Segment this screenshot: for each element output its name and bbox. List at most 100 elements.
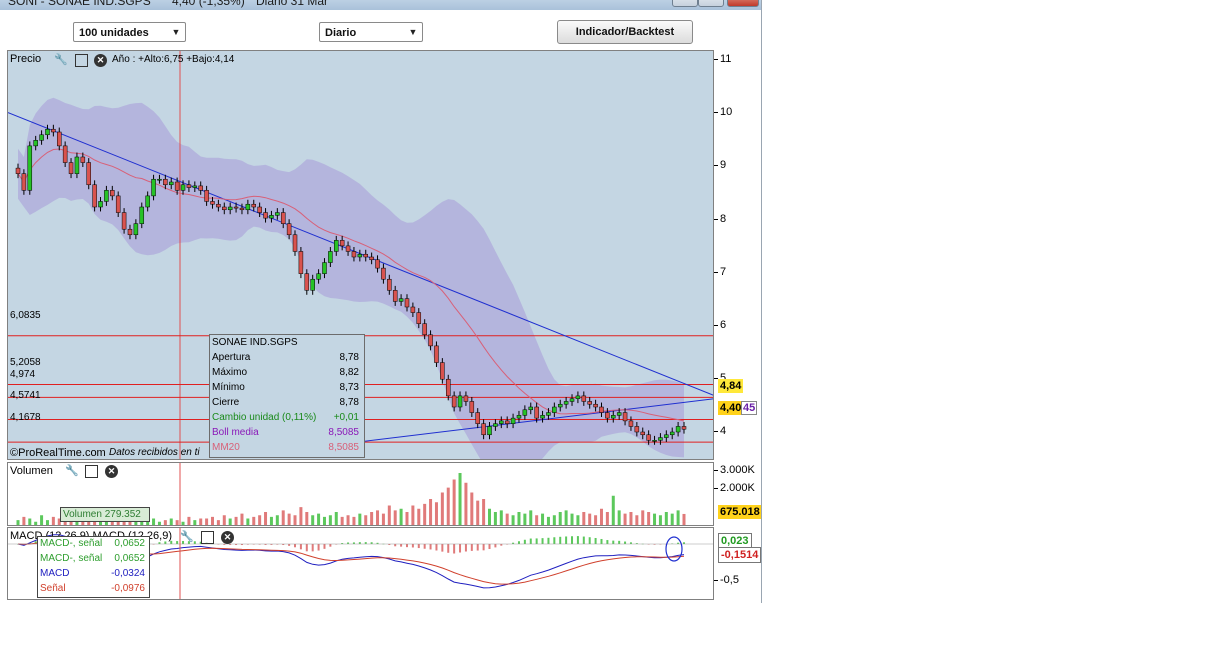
units-select[interactable]: 100 unidades ▼	[73, 22, 186, 42]
wrench-icon[interactable]: 🔧	[180, 531, 194, 544]
infobox-value: 8,78	[339, 352, 359, 363]
volume-bar	[623, 513, 627, 525]
level-label: 5,2058	[10, 357, 41, 368]
window-icon[interactable]	[75, 54, 88, 67]
volume-bar	[370, 512, 374, 525]
macd-histogram-bar	[529, 538, 532, 544]
macd-histogram-bar	[176, 541, 179, 544]
minimize-button[interactable]	[672, 0, 698, 7]
volume-bar	[328, 515, 332, 525]
volume-bar	[152, 518, 156, 525]
candle-body	[375, 259, 380, 269]
candle-body	[204, 190, 209, 202]
title-bar: SONI - SONAE IND.SGPS 4,40 (-1,35%) Diar…	[0, 0, 761, 10]
ohlc-info-box: SONAE IND.SGPS Apertura 8,78 Máximo 8,82 Mín…	[209, 334, 365, 458]
candle-body	[286, 223, 292, 236]
candle-body	[504, 420, 510, 424]
candle-body	[275, 212, 280, 216]
macd-key: Señal	[40, 583, 66, 594]
candle-body	[445, 378, 451, 397]
macd-histogram-bar	[417, 544, 420, 549]
macd-histogram-bar	[683, 542, 685, 544]
volume-bar	[334, 512, 338, 525]
year-range: Año : +Alto:6,75 +Bajo:4,14	[112, 54, 235, 65]
infobox-row: Cierre 8,78	[212, 397, 362, 411]
period-select[interactable]: Diario ▼	[319, 22, 423, 42]
candle-body	[86, 162, 91, 186]
indicator-backtest-button[interactable]: Indicador/Backtest	[557, 20, 693, 44]
volume-bar	[429, 499, 433, 525]
candle-body	[163, 178, 168, 186]
candle-body	[664, 434, 669, 438]
candle-body	[21, 173, 27, 191]
candle-body	[310, 278, 315, 291]
maximize-button[interactable]	[698, 0, 724, 7]
macd-histogram-bar	[364, 542, 367, 544]
window-icon[interactable]	[85, 465, 98, 478]
candle-body	[33, 140, 38, 147]
volume-bar	[376, 510, 380, 525]
macd-histogram-bar	[405, 544, 408, 548]
macd-histogram-bar	[576, 536, 579, 544]
wrench-icon[interactable]: 🔧	[65, 465, 79, 478]
window-icon[interactable]	[201, 531, 214, 544]
candle-body	[622, 412, 628, 422]
candle-body	[133, 223, 139, 236]
macd-histogram-bar	[459, 544, 462, 553]
macd-row: MACD -0,0324	[40, 568, 148, 579]
macd-histogram-bar	[329, 544, 332, 547]
volume-tooltip: Volumen 279.352	[60, 507, 150, 522]
macd-value: 0,0652	[114, 553, 145, 564]
candle-body	[422, 323, 427, 336]
volume-bar	[393, 510, 397, 525]
axis-tick: 10	[713, 106, 733, 118]
candle-body	[198, 185, 203, 191]
infobox-row: Máximo 8,82	[212, 367, 362, 381]
macd-histogram-bar	[594, 537, 597, 544]
axis-tick: 7	[713, 266, 727, 278]
volume-bar	[358, 513, 362, 525]
macd-histogram-bar	[311, 544, 314, 552]
candle	[27, 141, 33, 195]
infobox-key: MM20	[212, 442, 240, 453]
macd-histogram-bar	[193, 541, 196, 544]
candle-body	[280, 212, 286, 224]
candle-body	[681, 426, 687, 430]
candle-body	[186, 184, 192, 188]
volume-bar	[440, 492, 444, 525]
volume-bar	[305, 512, 309, 525]
volume-bar	[264, 512, 268, 525]
macd-histogram-bar	[441, 544, 444, 552]
overlap-badge: 45	[741, 401, 758, 415]
volume-bar	[40, 515, 44, 525]
macd-histogram-bar	[423, 544, 426, 549]
level-label: 4,5741	[10, 390, 41, 401]
volume-bar	[269, 516, 273, 525]
chart-window: SONI - SONAE IND.SGPS 4,40 (-1,35%) Diar…	[0, 0, 762, 603]
macd-histogram-bar	[547, 537, 550, 544]
infobox-key: Boll media	[212, 427, 259, 438]
volume-bar	[299, 507, 303, 525]
wrench-icon[interactable]: 🔧	[54, 54, 68, 67]
macd-histogram-bar	[553, 537, 556, 544]
volume-bar	[169, 518, 173, 525]
volume-bar	[205, 518, 209, 525]
close-icon[interactable]: ✕	[105, 465, 118, 478]
volume-bar	[535, 515, 539, 525]
close-window-button[interactable]	[727, 0, 759, 7]
candle-body	[251, 203, 257, 208]
close-icon[interactable]: ✕	[94, 54, 107, 67]
volume-bar	[252, 516, 256, 525]
candle-body	[493, 423, 498, 427]
candle-body	[669, 431, 675, 436]
volume-bar	[423, 503, 427, 525]
candle-body	[475, 412, 480, 424]
candle-body	[675, 426, 681, 433]
candle-body	[392, 290, 398, 302]
macd-histogram-bar	[618, 540, 621, 544]
candle-body	[27, 145, 33, 191]
close-icon[interactable]: ✕	[221, 531, 234, 544]
volume-bar	[34, 521, 38, 525]
candle-body	[428, 334, 433, 347]
candle-body	[599, 406, 604, 413]
